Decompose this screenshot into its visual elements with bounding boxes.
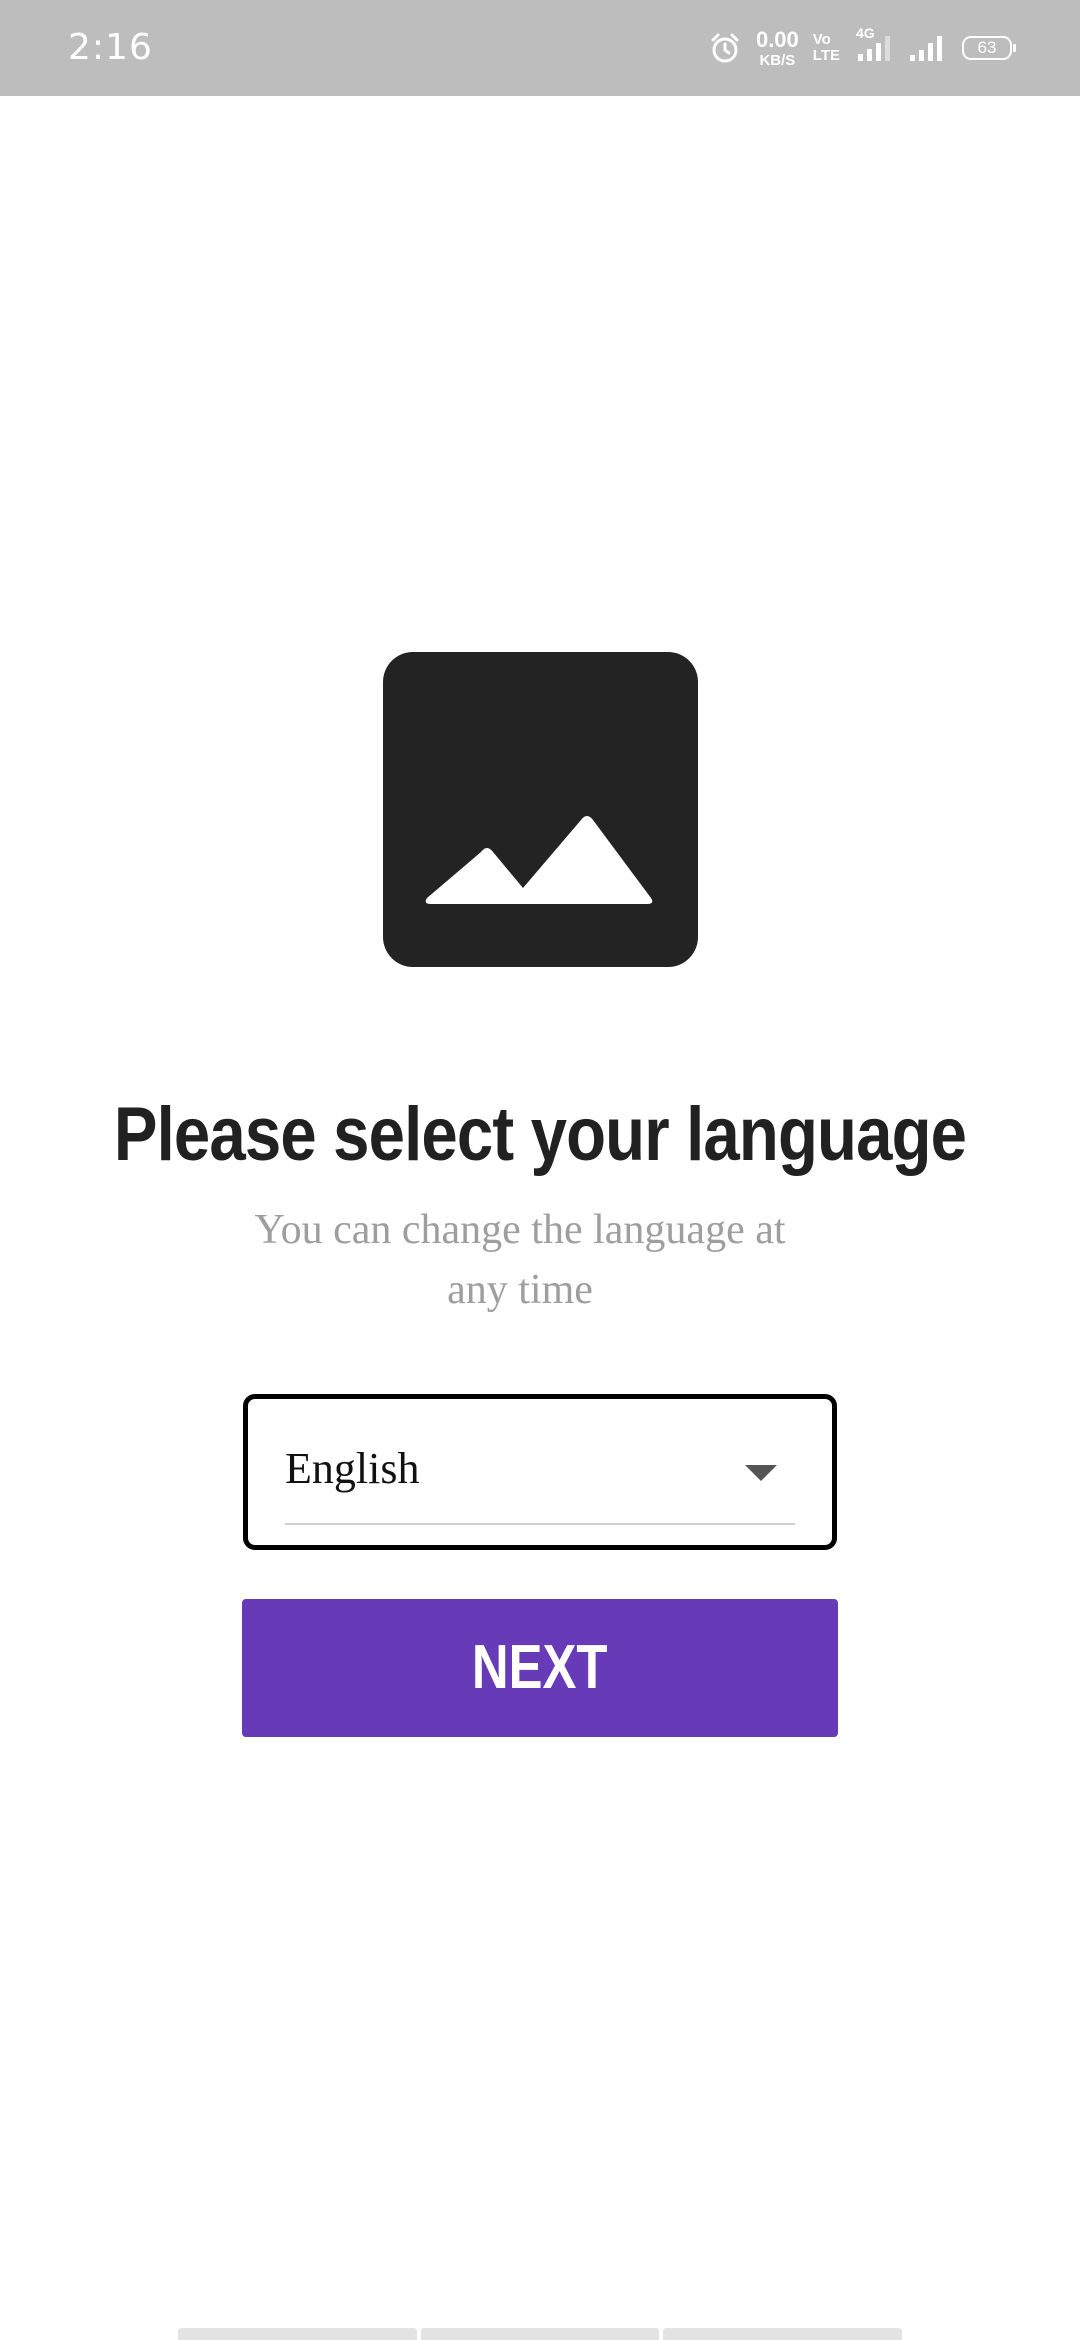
alarm-icon (708, 31, 742, 65)
dropdown-arrow-icon[interactable] (745, 1465, 777, 1481)
network-speed-value: 0.00 (755, 26, 799, 52)
battery-icon: 63 (962, 36, 1016, 60)
nav-indicator-segment (663, 2328, 903, 2340)
network-type: 4G (856, 25, 875, 41)
nav-indicator-segment (178, 2328, 417, 2340)
status-time: 2:16 (68, 27, 153, 68)
page-title: Please select your language (113, 1092, 967, 1177)
page-subtitle: You can change the language at any time (254, 1207, 786, 1313)
status-icons: 0.00 KB/S Vo LTE 4G 63 (708, 0, 1016, 96)
status-bar: 2:16 0.00 KB/S Vo LTE 4G 63 (0, 0, 1080, 96)
language-select-underline (285, 1523, 795, 1525)
signal-4g-icon: 4G (854, 25, 894, 63)
bottom-nav-indicator (178, 2328, 903, 2340)
next-button-label: NEXT (472, 1633, 608, 1702)
network-speed: 0.00 KB/S (755, 26, 799, 69)
volte-bottom: LTE (812, 47, 840, 64)
nav-indicator-segment (420, 2328, 660, 2340)
language-select-value: English (285, 1444, 420, 1493)
signal-icon (908, 33, 948, 63)
volte-icon: Vo LTE (813, 32, 840, 64)
language-select[interactable]: English (243, 1394, 837, 1550)
network-speed-unit: KB/S (759, 51, 796, 69)
volte-top: Vo (812, 31, 831, 49)
next-button[interactable]: NEXT (242, 1599, 838, 1737)
image-placeholder-icon (383, 652, 698, 967)
